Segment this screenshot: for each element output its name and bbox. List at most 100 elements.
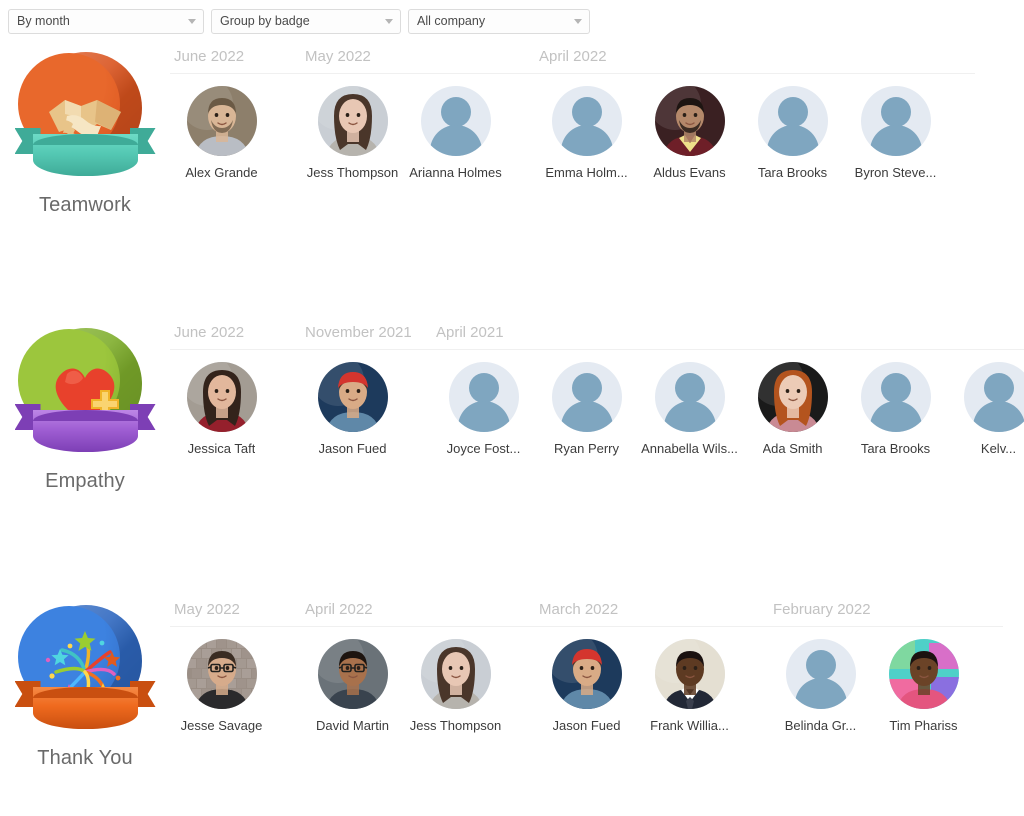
badge-artwork (13, 48, 158, 188)
person-card[interactable]: Alex Grande (170, 86, 273, 180)
person-name: Jess Thompson (409, 718, 502, 733)
avatar[interactable] (551, 639, 622, 709)
person-card[interactable]: Aldus Evans (638, 86, 741, 180)
month-group: February 2022 Belinda Gr... Tim Phariss (769, 601, 1003, 733)
avatar[interactable] (186, 362, 257, 432)
people-list: Jesse Savage (170, 627, 301, 733)
badge-row: Thank You May 2022 Jesse Savage April 2022 D… (0, 601, 1024, 816)
people-list: Belinda Gr... Tim Phariss (769, 627, 1003, 733)
avatar[interactable] (317, 86, 388, 156)
month-group: May 2022 Jesse Savage (170, 601, 301, 733)
avatar[interactable] (757, 362, 828, 432)
scope-select-value: All company (417, 14, 486, 28)
avatar[interactable] (888, 639, 959, 709)
person-card[interactable]: Tim Phariss (872, 639, 975, 733)
person-card[interactable]: Jason Fued (301, 362, 404, 456)
badge-ribbon (14, 679, 156, 729)
period-select[interactable]: By month (8, 8, 204, 34)
person-card[interactable]: Ryan Perry (535, 362, 638, 456)
month-group-list: June 2022 Alex Grande May 2022 Jess Thompso… (170, 48, 975, 323)
person-name: Jesse Savage (180, 718, 263, 733)
month-group: April 2022 Emma Holm... Aldus Evans Tara Br… (535, 48, 975, 180)
badge-empathy[interactable]: Empathy (0, 324, 170, 493)
person-card[interactable]: Ada Smith (741, 362, 844, 456)
scope-select[interactable]: All company (408, 8, 590, 34)
badge-thankyou[interactable]: Thank You (0, 601, 170, 770)
person-card[interactable]: Tara Brooks (844, 362, 947, 456)
month-group: November 2021 Jason Fued (301, 324, 432, 456)
month-group: June 2022 Jessica Taft (170, 324, 301, 456)
people-list: Jason Fued (301, 350, 432, 456)
month-group-list: May 2022 Jesse Savage April 2022 David Mart… (170, 601, 1003, 816)
person-name: Annabella Wils... (641, 441, 738, 456)
chevron-down-icon (188, 19, 196, 24)
badge-label: Teamwork (39, 194, 131, 216)
person-card[interactable]: Jess Thompson (404, 639, 507, 733)
avatar-placeholder-icon[interactable] (654, 362, 725, 432)
person-card[interactable]: Jessica Taft (170, 362, 273, 456)
avatar-placeholder-icon[interactable] (420, 86, 491, 156)
avatar-placeholder-icon[interactable] (785, 639, 856, 709)
person-card[interactable]: Jason Fued (535, 639, 638, 733)
person-card[interactable]: Belinda Gr... (769, 639, 872, 733)
month-group-list: June 2022 Jessica Taft November 2021 Jason … (170, 324, 1024, 601)
month-header: March 2022 (535, 601, 769, 627)
avatar-placeholder-icon[interactable] (860, 86, 931, 156)
month-group: April 2021 Joyce Fost... Ryan Perry Annabel… (432, 324, 1024, 456)
month-group: April 2022 David Martin Jess Thompson (301, 601, 535, 733)
month-header: June 2022 (170, 48, 301, 74)
person-name: David Martin (316, 718, 389, 733)
avatar[interactable] (654, 639, 725, 709)
badge-artwork (13, 601, 158, 741)
avatar[interactable] (420, 639, 491, 709)
person-name: Jason Fued (318, 441, 387, 456)
person-name: Tara Brooks (860, 441, 931, 456)
avatar-placeholder-icon[interactable] (551, 86, 622, 156)
avatar-placeholder-icon[interactable] (963, 362, 1024, 432)
avatar[interactable] (317, 362, 388, 432)
person-card[interactable]: Emma Holm... (535, 86, 638, 180)
chevron-down-icon (385, 19, 393, 24)
person-name: Alex Grande (185, 165, 258, 180)
person-card[interactable]: Jesse Savage (170, 639, 273, 733)
avatar-placeholder-icon[interactable] (448, 362, 519, 432)
person-name: Tara Brooks (757, 165, 828, 180)
person-card[interactable]: Joyce Fost... (432, 362, 535, 456)
person-card[interactable]: Tara Brooks (741, 86, 844, 180)
month-header: April 2021 (432, 324, 1024, 350)
person-name: Ryan Perry (553, 441, 620, 456)
people-list: Jessica Taft (170, 350, 301, 456)
badge-label: Thank You (37, 747, 133, 769)
avatar-placeholder-icon[interactable] (551, 362, 622, 432)
month-group: March 2022 Jason Fued Frank Willia... (535, 601, 769, 733)
person-name: Aldus Evans (653, 165, 726, 180)
person-name: Emma Holm... (545, 165, 628, 180)
people-list: Emma Holm... Aldus Evans Tara Brooks Byron … (535, 74, 975, 180)
person-name: Arianna Holmes (409, 165, 502, 180)
person-card[interactable]: Frank Willia... (638, 639, 741, 733)
month-header: June 2022 (170, 324, 301, 350)
person-card[interactable]: Kelv... (947, 362, 1024, 456)
person-name: Jessica Taft (187, 441, 256, 456)
avatar-placeholder-icon[interactable] (860, 362, 931, 432)
person-card[interactable]: Jess Thompson (301, 86, 404, 180)
person-card[interactable]: Byron Steve... (844, 86, 947, 180)
avatar[interactable] (186, 86, 257, 156)
person-card[interactable]: Annabella Wils... (638, 362, 741, 456)
person-card[interactable]: Arianna Holmes (404, 86, 507, 180)
month-header: February 2022 (769, 601, 1003, 627)
person-name: Byron Steve... (854, 165, 937, 180)
person-card[interactable]: David Martin (301, 639, 404, 733)
badge-artwork (13, 324, 158, 464)
avatar-placeholder-icon[interactable] (757, 86, 828, 156)
badge-teamwork[interactable]: Teamwork (0, 48, 170, 217)
avatar[interactable] (186, 639, 257, 709)
person-name: Belinda Gr... (784, 718, 857, 733)
badge-ribbon (14, 402, 156, 452)
avatar[interactable] (317, 639, 388, 709)
people-list: Jess Thompson Arianna Holmes (301, 74, 535, 180)
person-name: Jess Thompson (306, 165, 399, 180)
avatar[interactable] (654, 86, 725, 156)
grouping-select[interactable]: Group by badge (211, 8, 401, 34)
person-name: Joyce Fost... (446, 441, 521, 456)
